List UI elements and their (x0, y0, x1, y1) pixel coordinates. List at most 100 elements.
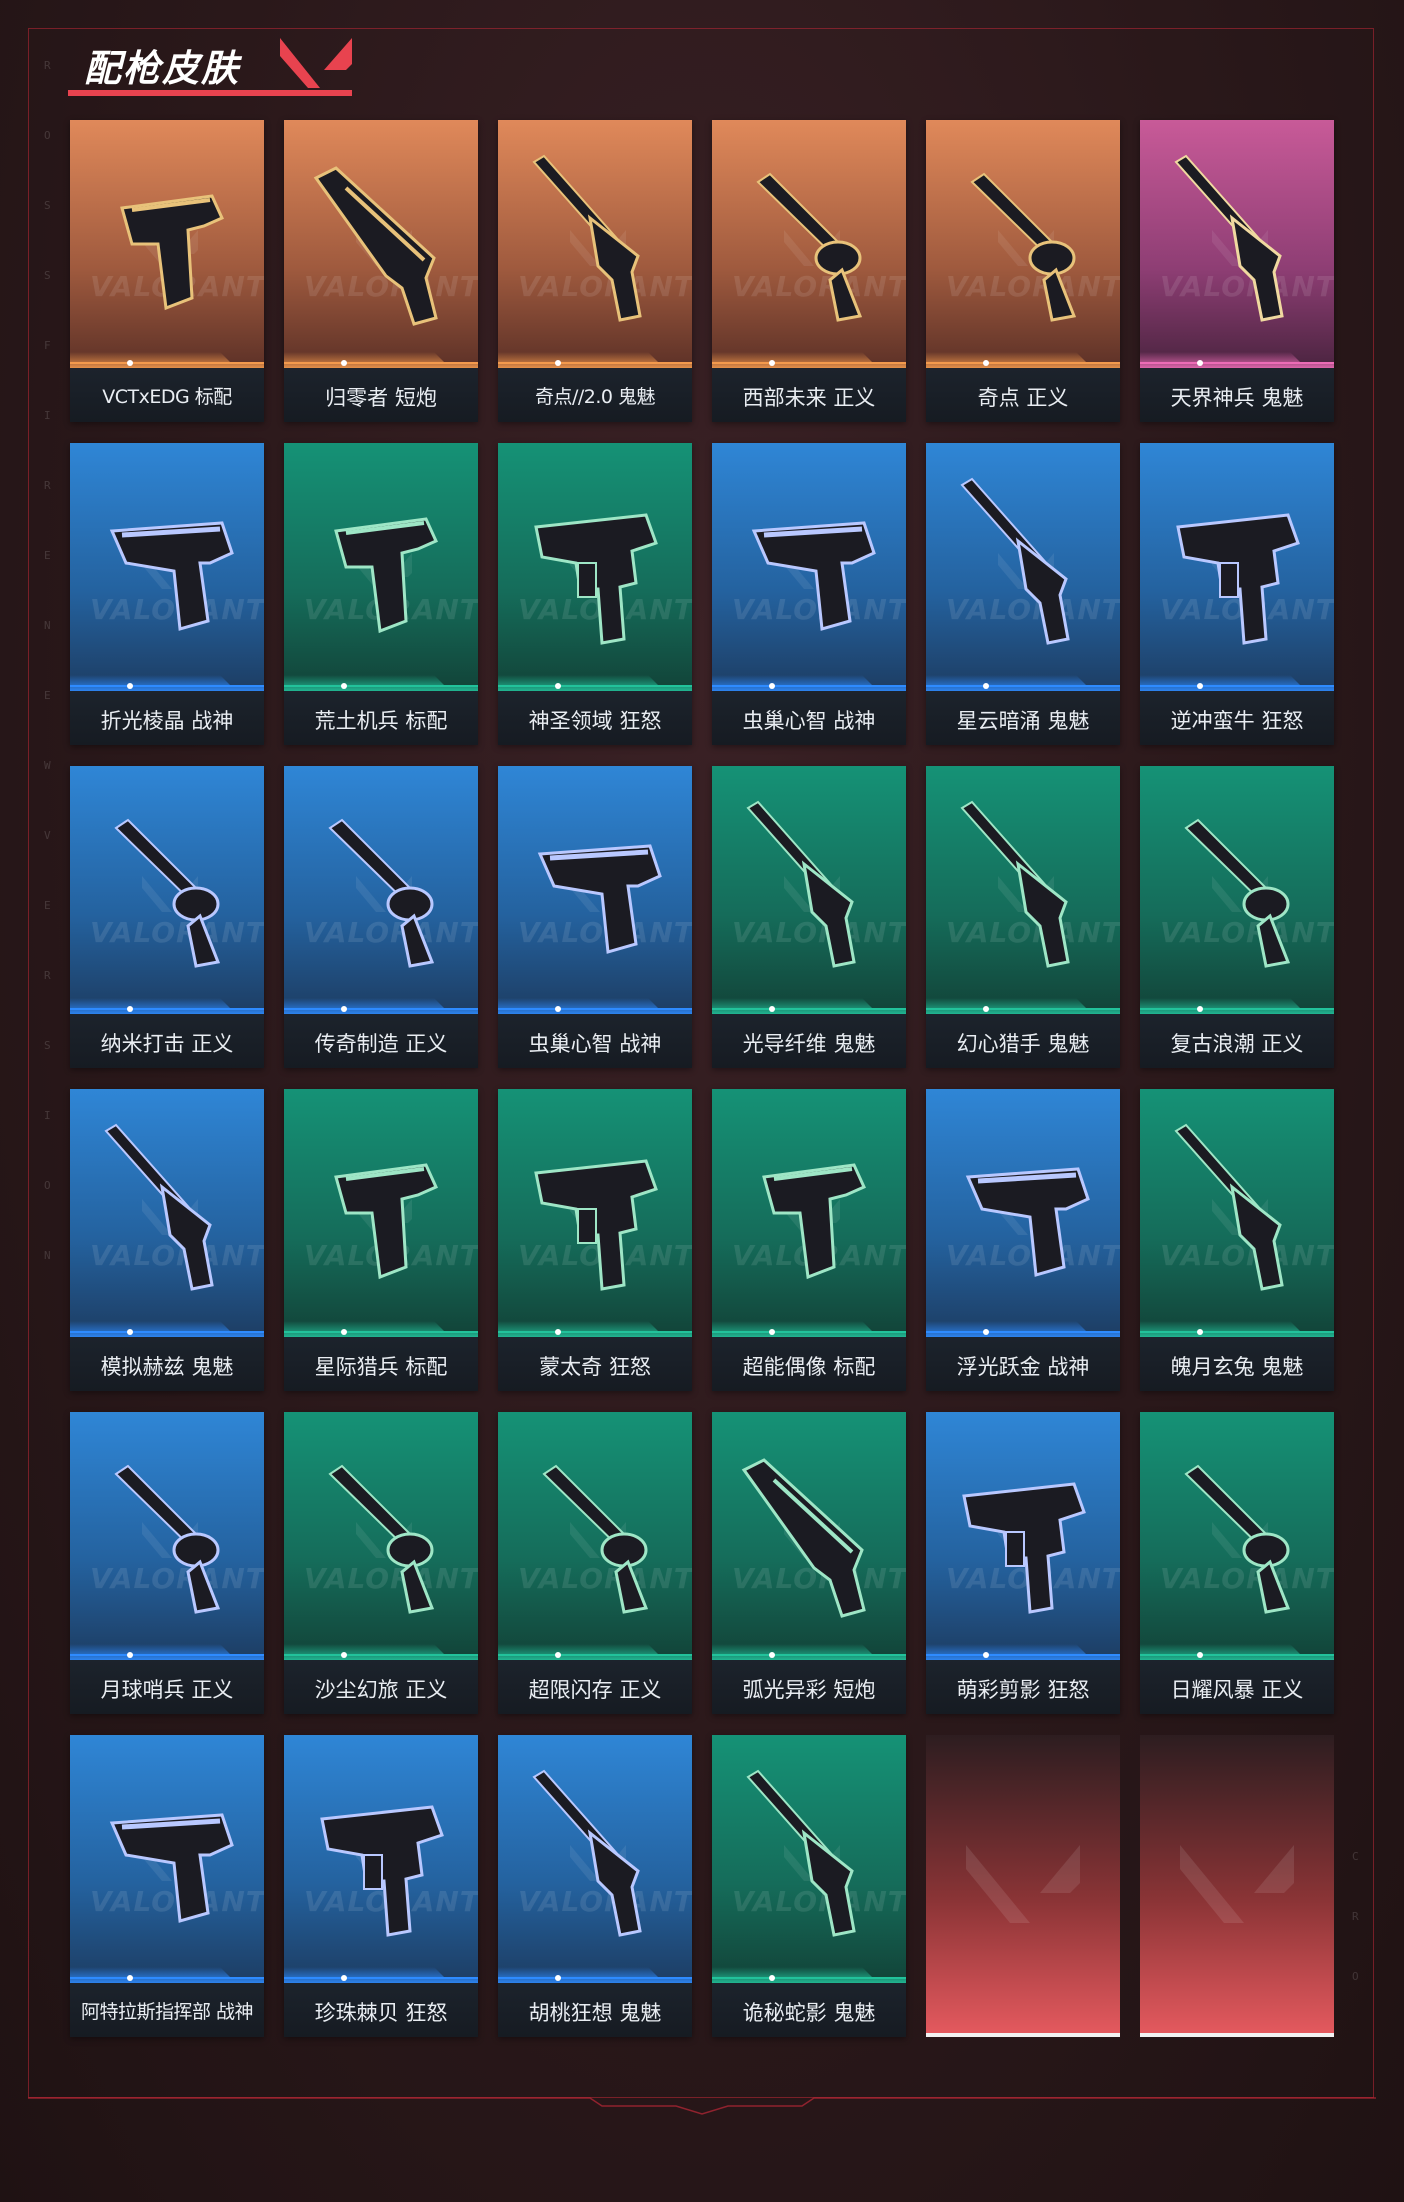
skin-card[interactable]: VALORANT 星云暗涌 鬼魅 (926, 443, 1120, 745)
rarity-glow-bar (284, 1321, 478, 1337)
skin-name: 逆冲蛮牛 狂怒 (1170, 709, 1304, 733)
skin-name: 天界神兵 鬼魅 (1170, 386, 1304, 410)
heavy-pistol-icon (520, 794, 670, 984)
skin-card[interactable]: VALORANT 虫巢心智 战神 (498, 766, 692, 1068)
skin-card[interactable]: VALORANT 归零者 短炮 (284, 120, 478, 422)
revolver-icon (734, 148, 884, 338)
silenced-pistol-icon (948, 471, 1098, 661)
skin-card[interactable]: VALORANT 西部未来 正义 (712, 120, 906, 422)
side-letter: S (44, 199, 51, 212)
skin-name: 星际猎兵 标配 (314, 1355, 448, 1379)
skin-card[interactable]: VALORANT 诡秘蛇影 鬼魅 (712, 1735, 906, 2037)
heavy-pistol-icon (92, 471, 242, 661)
skin-name: 蒙太奇 狂怒 (539, 1355, 651, 1379)
rarity-glow-bar (926, 352, 1120, 368)
skin-card[interactable]: VALORANT VCTxEDG 标配 (70, 120, 264, 422)
skin-card[interactable]: VALORANT 奇点//2.0 鬼魅 (498, 120, 692, 422)
silenced-pistol-icon (948, 794, 1098, 984)
skin-card[interactable]: VALORANT 幻心猎手 鬼魅 (926, 766, 1120, 1068)
section-header: 配枪皮肤 (68, 32, 354, 100)
skin-card[interactable]: VALORANT 弧光异彩 短炮 (712, 1412, 906, 1714)
rarity-glow-bar (1140, 352, 1334, 368)
skin-card[interactable]: VALORANT 传奇制造 正义 (284, 766, 478, 1068)
machine-pistol-icon (948, 1440, 1098, 1630)
side-letter: R (44, 59, 51, 72)
silenced-pistol-icon (1162, 1117, 1312, 1307)
rarity-glow-bar (712, 352, 906, 368)
rarity-glow-bar (284, 998, 478, 1014)
skin-card[interactable]: VALORANT 折光棱晶 战神 (70, 443, 264, 745)
rarity-glow-bar (284, 675, 478, 691)
skin-card[interactable]: VALORANT 神圣领域 狂怒 (498, 443, 692, 745)
skin-card[interactable]: VALORANT 奇点 正义 (926, 120, 1120, 422)
skin-card[interactable]: VALORANT 逆冲蛮牛 狂怒 (1140, 443, 1334, 745)
skin-name: 传奇制造 正义 (314, 1032, 448, 1056)
revolver-icon (306, 1440, 456, 1630)
skin-card[interactable]: VALORANT 胡桃狂想 鬼魅 (498, 1735, 692, 2037)
skin-card[interactable]: VALORANT 沙尘幻旅 正义 (284, 1412, 478, 1714)
skin-name: 阿特拉斯指挥部 战神 (80, 2001, 254, 2023)
valorant-logo-icon (280, 38, 352, 88)
skin-card[interactable]: VALORANT 光导纤维 鬼魅 (712, 766, 906, 1068)
skin-card[interactable]: VALORANT 模拟赫兹 鬼魅 (70, 1089, 264, 1391)
empty-slot (1140, 1735, 1334, 2037)
section-title: 配枪皮肤 (84, 47, 240, 90)
rarity-glow-bar (70, 998, 264, 1014)
rarity-glow-bar (712, 675, 906, 691)
skin-name: 超能偶像 标配 (742, 1355, 876, 1379)
side-letter: O (44, 1179, 51, 1192)
rarity-glow-bar (284, 1967, 478, 1983)
side-letter: E (44, 689, 51, 702)
slot-bottom-line (926, 2033, 1120, 2037)
skin-card[interactable]: VALORANT 天界神兵 鬼魅 (1140, 120, 1334, 422)
skin-card[interactable]: VALORANT 日耀风暴 正义 (1140, 1412, 1334, 1714)
skin-card[interactable]: VALORANT 复古浪潮 正义 (1140, 766, 1334, 1068)
machine-pistol-icon (520, 1117, 670, 1307)
side-letter: F (44, 339, 51, 352)
pistol-icon (734, 1117, 884, 1307)
side-letter: I (44, 409, 51, 422)
machine-pistol-icon (306, 1763, 456, 1953)
skin-card[interactable]: VALORANT 超限闪存 正义 (498, 1412, 692, 1714)
skin-card[interactable]: VALORANT 纳米打击 正义 (70, 766, 264, 1068)
skin-name: 奇点 正义 (977, 386, 1069, 410)
skin-card[interactable]: VALORANT 蒙太奇 狂怒 (498, 1089, 692, 1391)
skin-card[interactable]: VALORANT 阿特拉斯指挥部 战神 (70, 1735, 264, 2037)
skin-card[interactable]: VALORANT 虫巢心智 战神 (712, 443, 906, 745)
rarity-glow-bar (284, 1644, 478, 1660)
silenced-pistol-icon (92, 1117, 242, 1307)
skin-card[interactable]: VALORANT 珍珠棘贝 狂怒 (284, 1735, 478, 2037)
side-letter: R (44, 969, 51, 982)
side-vertical-text: R O S S F I R E N E W V E R S I O N (44, 60, 58, 1360)
machine-pistol-icon (1162, 471, 1312, 661)
skin-name: 虫巢心智 战神 (528, 1032, 662, 1056)
skin-card[interactable]: VALORANT 魄月玄兔 鬼魅 (1140, 1089, 1334, 1391)
skin-name: 奇点//2.0 鬼魅 (534, 386, 656, 408)
skin-name: 神圣领域 狂怒 (528, 709, 662, 733)
skin-name: 魄月玄兔 鬼魅 (1170, 1355, 1304, 1379)
rarity-glow-bar (70, 1967, 264, 1983)
skin-name: 萌彩剪影 狂怒 (956, 1678, 1090, 1702)
rarity-glow-bar (284, 352, 478, 368)
skin-card[interactable]: VALORANT 星际猎兵 标配 (284, 1089, 478, 1391)
side-letter: C (1352, 1850, 1359, 1863)
shotgun-pistol-icon (306, 148, 456, 338)
skin-name: 光导纤维 鬼魅 (742, 1032, 876, 1056)
skin-card[interactable]: VALORANT 浮光跃金 战神 (926, 1089, 1120, 1391)
skin-card[interactable]: VALORANT 萌彩剪影 狂怒 (926, 1412, 1120, 1714)
skin-card[interactable]: VALORANT 超能偶像 标配 (712, 1089, 906, 1391)
rarity-glow-bar (1140, 998, 1334, 1014)
side-letter: S (44, 269, 51, 282)
side-letter: R (1352, 1910, 1359, 1923)
skin-name: 日耀风暴 正义 (1170, 1678, 1304, 1702)
skin-name: 西部未来 正义 (742, 386, 876, 410)
rarity-glow-bar (926, 998, 1120, 1014)
rarity-glow-bar (70, 352, 264, 368)
skin-card[interactable]: VALORANT 月球哨兵 正义 (70, 1412, 264, 1714)
skin-card[interactable]: VALORANT 荒土机兵 标配 (284, 443, 478, 745)
silenced-pistol-icon (734, 1763, 884, 1953)
rarity-glow-bar (498, 998, 692, 1014)
revolver-icon (1162, 1440, 1312, 1630)
side-letter: O (1352, 1970, 1359, 1983)
valorant-logo-icon (1180, 1845, 1294, 1923)
